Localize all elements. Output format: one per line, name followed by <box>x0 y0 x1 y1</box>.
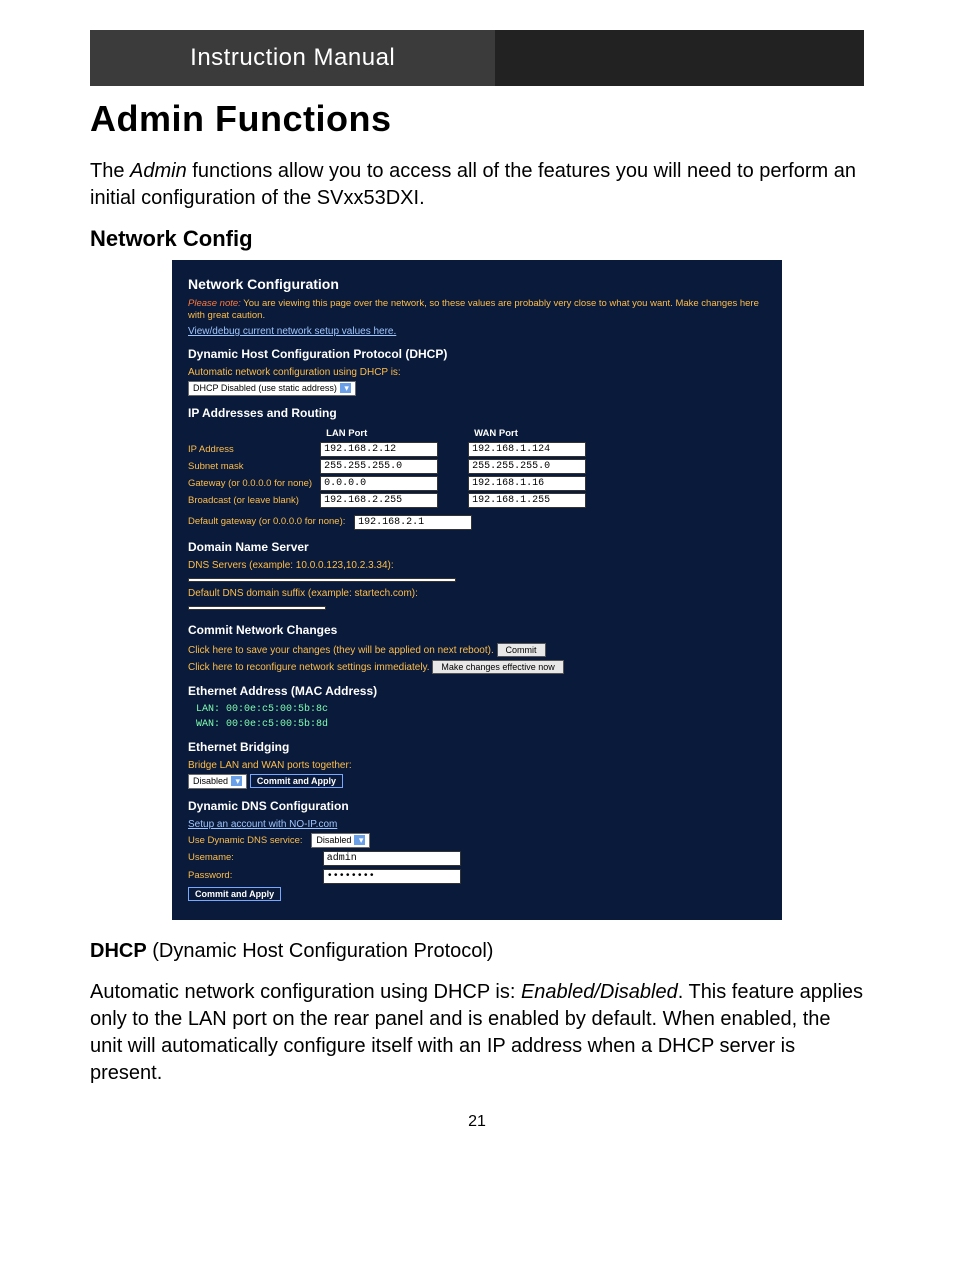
subnet-lan-input[interactable]: 255.255.255.0 <box>320 459 438 474</box>
bcast-wan-input[interactable]: 192.168.1.255 <box>468 493 586 508</box>
dhcp-title-line: DHCP (Dynamic Host Configuration Protoco… <box>90 938 864 965</box>
mac-wan: WAN: 00:0e:c5:00:5b:8d <box>196 719 766 730</box>
bridge-heading: Ethernet Bridging <box>188 740 766 754</box>
view-debug-link[interactable]: View/debug current network setup values … <box>188 326 396 337</box>
dhcp-bold: DHCP <box>90 940 147 962</box>
netconf-heading: Network Configuration <box>188 276 766 292</box>
dns-servers-label: DNS Servers (example: 10.0.0.123,10.2.3.… <box>188 560 766 571</box>
gateway-wan-input[interactable]: 192.168.1.16 <box>468 476 586 491</box>
bridge-select[interactable]: Disabled <box>188 774 247 789</box>
network-config-screenshot: Network Configuration Please note: You a… <box>172 260 782 920</box>
ip-routing-heading: IP Addresses and Routing <box>188 406 766 420</box>
ddns-pass-input[interactable]: •••••••• <box>323 869 461 884</box>
ddns-commit-button[interactable]: Commit and Apply <box>188 887 281 901</box>
dhcp-rest1: (Dynamic Host Configuration Protocol) <box>147 940 494 962</box>
subheading-network-config: Network Config <box>90 226 864 252</box>
ddns-heading: Dynamic DNS Configuration <box>188 799 766 813</box>
section-title: Admin Functions <box>90 98 864 140</box>
col-wan: WAN Port <box>468 426 592 441</box>
header-right <box>495 30 864 86</box>
row-bcast-label: Broadcast (or leave blank) <box>188 492 320 509</box>
ddns-user-label: Usemame: <box>188 852 314 863</box>
bcast-lan-input[interactable]: 192.168.2.255 <box>320 493 438 508</box>
dns-heading: Domain Name Server <box>188 540 766 554</box>
row-ipaddr-label: IP Address <box>188 441 320 458</box>
dns-suffix-input[interactable] <box>188 606 326 610</box>
intro-pre: The <box>90 160 130 182</box>
manual-header: Instruction Manual <box>90 30 864 86</box>
header-left: Instruction Manual <box>90 30 495 86</box>
ddns-user-input[interactable]: admin <box>323 851 461 866</box>
dhcp-body: Automatic network configuration using DH… <box>90 979 864 1087</box>
header-title: Instruction Manual <box>190 44 395 72</box>
ip-routing-table: LAN Port WAN Port IP Address 192.168.2.1… <box>188 426 592 509</box>
note-emphasis: Please note: <box>188 298 241 309</box>
dns-servers-input[interactable] <box>188 578 456 582</box>
dhcp-label: Automatic network configuration using DH… <box>188 367 766 378</box>
ipaddr-wan-input[interactable]: 192.168.1.124 <box>468 442 586 457</box>
row-subnet-label: Subnet mask <box>188 458 320 475</box>
default-gw-label: Default gateway (or 0.0.0.0 for none): <box>188 516 345 527</box>
ddns-use-label: Use Dynamic DNS service: <box>188 835 303 846</box>
ddns-setup-link[interactable]: Setup an account with NO-IP.com <box>188 819 337 830</box>
dhcp-body-a: Automatic network configuration using DH… <box>90 981 521 1003</box>
dhcp-heading: Dynamic Host Configuration Protocol (DHC… <box>188 347 766 361</box>
commit-heading: Commit Network Changes <box>188 623 766 637</box>
commit-line1: Click here to save your changes (they wi… <box>188 645 494 656</box>
gateway-lan-input[interactable]: 0.0.0.0 <box>320 476 438 491</box>
dhcp-select[interactable]: DHCP Disabled (use static address) <box>188 381 356 396</box>
mac-heading: Ethernet Address (MAC Address) <box>188 684 766 698</box>
intro-paragraph: The Admin functions allow you to access … <box>90 158 864 212</box>
default-gw-input[interactable]: 192.168.2.1 <box>354 515 472 530</box>
col-lan: LAN Port <box>320 426 444 441</box>
bridge-label: Bridge LAN and WAN ports together: <box>188 760 766 771</box>
intro-post: functions allow you to access all of the… <box>90 160 856 209</box>
subnet-wan-input[interactable]: 255.255.255.0 <box>468 459 586 474</box>
ddns-pass-label: Password: <box>188 870 314 881</box>
commit-button[interactable]: Commit <box>497 643 546 657</box>
note-rest: You are viewing this page over the netwo… <box>188 298 759 321</box>
row-gateway-label: Gateway (or 0.0.0.0 for none) <box>188 475 320 492</box>
page-number: 21 <box>90 1113 864 1131</box>
make-effective-button[interactable]: Make changes effective now <box>432 660 563 674</box>
netconf-note: Please note: You are viewing this page o… <box>188 298 766 323</box>
dhcp-body-em: Enabled/Disabled <box>521 981 678 1003</box>
dns-suffix-label: Default DNS domain suffix (example: star… <box>188 588 766 599</box>
ddns-select[interactable]: Disabled <box>311 833 370 848</box>
intro-em: Admin <box>130 160 187 182</box>
commit-line2: Click here to reconfigure network settin… <box>188 662 430 673</box>
ipaddr-lan-input[interactable]: 192.168.2.12 <box>320 442 438 457</box>
bridge-commit-button[interactable]: Commit and Apply <box>250 774 343 788</box>
mac-lan: LAN: 00:0e:c5:00:5b:8c <box>196 704 766 715</box>
